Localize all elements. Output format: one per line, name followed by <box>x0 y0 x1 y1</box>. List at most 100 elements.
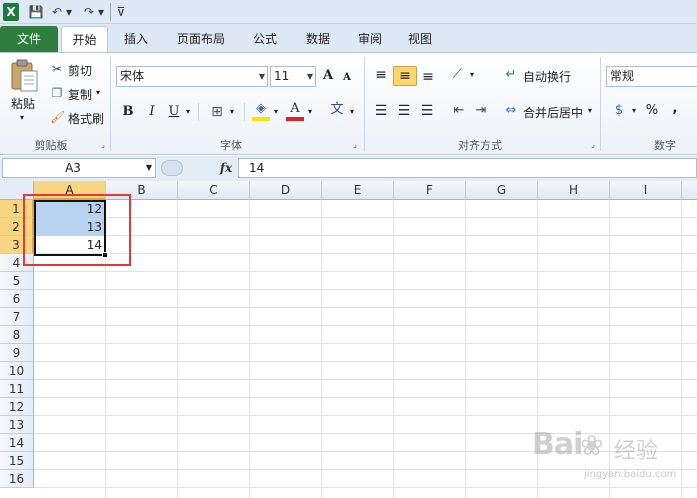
format-painter-button[interactable]: 格式刷 <box>68 110 104 127</box>
orientation-dropdown-icon[interactable]: ▾ <box>468 65 476 85</box>
merge-center-dropdown-icon[interactable]: ▾ <box>586 101 594 121</box>
formula-bar: A3 ▼ fx 14 <box>0 156 697 181</box>
shrink-font-button[interactable]: A <box>340 68 354 88</box>
row-header-15[interactable]: 15 <box>0 452 34 470</box>
gridline <box>321 200 322 498</box>
formula-bar-resize-handle[interactable] <box>161 160 183 176</box>
row-header-14[interactable]: 14 <box>0 434 34 452</box>
group-separator <box>110 57 111 151</box>
paw-icon: ❀ <box>580 429 604 462</box>
number-format-select[interactable]: 常规 <box>606 66 697 87</box>
alignment-launcher-icon[interactable]: ⌟ <box>588 140 598 150</box>
align-center-icon[interactable]: ☰ <box>395 101 413 121</box>
row-header-9[interactable]: 9 <box>0 344 34 362</box>
currency-dropdown-icon[interactable]: ▾ <box>630 101 638 121</box>
format-painter-icon[interactable]: 🖌 <box>50 110 65 124</box>
save-icon[interactable]: 💾 <box>28 3 44 21</box>
row-header-13[interactable]: 13 <box>0 416 34 434</box>
font-name-select[interactable]: 宋体 ▼ <box>116 66 268 87</box>
redo-dropdown-icon[interactable]: ▾ <box>97 3 105 21</box>
clipboard-launcher-icon[interactable]: ⌟ <box>98 140 108 150</box>
column-header-partial[interactable] <box>682 181 697 200</box>
borders-dropdown-icon[interactable]: ▾ <box>228 102 236 122</box>
formula-input[interactable]: 14 <box>238 158 697 178</box>
currency-icon[interactable]: $ <box>610 101 628 121</box>
grow-font-button[interactable]: A <box>320 66 336 86</box>
row-header-10[interactable]: 10 <box>0 362 34 380</box>
paste-dropdown-icon[interactable]: ▾ <box>20 113 24 122</box>
column-header-h[interactable]: H <box>538 181 610 200</box>
font-launcher-icon[interactable]: ⌟ <box>350 140 360 150</box>
column-header-d[interactable]: D <box>250 181 322 200</box>
align-right-icon[interactable]: ☰ <box>418 101 436 121</box>
borders-icon[interactable]: ⊞ <box>208 102 226 122</box>
row-header-8[interactable]: 8 <box>0 326 34 344</box>
orientation-icon[interactable]: ⟋ <box>448 65 466 85</box>
column-header-e[interactable]: E <box>322 181 394 200</box>
fill-color-dropdown-icon[interactable]: ▾ <box>272 102 280 122</box>
paste-button[interactable]: 粘贴 <box>11 95 35 112</box>
quick-access-toolbar: X 💾 ↶ ▾ ↷ ▾ ⊽ <box>0 0 697 24</box>
tab-data[interactable]: 数据 <box>296 26 340 52</box>
row-header-5[interactable]: 5 <box>0 272 34 290</box>
align-top-icon[interactable]: ≡ <box>372 65 390 85</box>
row-header-11[interactable]: 11 <box>0 380 34 398</box>
cut-icon[interactable]: ✂ <box>50 62 64 76</box>
underline-dropdown-icon[interactable]: ▾ <box>184 102 192 122</box>
phonetic-dropdown-icon[interactable]: ▾ <box>348 102 356 122</box>
align-middle-icon[interactable]: ≡ <box>393 66 417 86</box>
copy-button[interactable]: 复制 <box>68 86 92 103</box>
bold-button[interactable]: B <box>120 102 136 122</box>
increase-indent-icon[interactable]: ⇥ <box>472 101 490 121</box>
tab-insert[interactable]: 插入 <box>113 26 159 52</box>
row-header-16[interactable]: 16 <box>0 470 34 488</box>
tab-review[interactable]: 审阅 <box>348 26 392 52</box>
italic-button[interactable]: I <box>144 102 160 122</box>
undo-dropdown-icon[interactable]: ▾ <box>65 3 73 21</box>
gridline <box>249 200 250 498</box>
font-size-select[interactable]: 11 ▼ <box>270 66 316 87</box>
decrease-indent-icon[interactable]: ⇤ <box>450 101 468 121</box>
column-header-c[interactable]: C <box>178 181 250 200</box>
row-header-7[interactable]: 7 <box>0 308 34 326</box>
phonetic-button[interactable]: 文 <box>328 100 346 120</box>
insert-function-button[interactable]: fx <box>216 159 236 177</box>
column-header-i[interactable]: I <box>610 181 682 200</box>
copy-icon[interactable]: ❐ <box>50 86 64 100</box>
column-header-g[interactable]: G <box>466 181 538 200</box>
copy-dropdown-icon[interactable]: ▾ <box>96 88 100 97</box>
name-box-dropdown-icon[interactable]: ▼ <box>146 159 152 177</box>
undo-icon[interactable]: ↶ <box>50 3 64 21</box>
gridline <box>34 217 697 218</box>
clipboard-group-label: 剪贴板 <box>34 139 68 152</box>
tab-file[interactable]: 文件 <box>0 26 58 52</box>
percent-button[interactable]: % <box>644 101 660 121</box>
redo-icon[interactable]: ↷ <box>82 3 96 21</box>
row-header-6[interactable]: 6 <box>0 290 34 308</box>
wrap-text-icon[interactable]: ↵ <box>502 65 520 85</box>
merge-center-button[interactable]: 合并后居中 <box>523 104 583 121</box>
customize-toolbar-icon[interactable]: ⊽ <box>116 3 126 21</box>
column-header-f[interactable]: F <box>394 181 466 200</box>
cut-button[interactable]: 剪切 <box>68 62 92 79</box>
font-color-button[interactable]: A <box>286 99 304 121</box>
comma-button[interactable]: , <box>670 99 680 119</box>
wrap-text-button[interactable]: 自动换行 <box>523 68 571 85</box>
gridline <box>177 200 178 498</box>
tab-formulas[interactable]: 公式 <box>243 26 287 52</box>
toolbar-separator <box>110 3 112 21</box>
merge-center-icon[interactable]: ⇔ <box>502 101 520 121</box>
tab-view[interactable]: 视图 <box>398 26 442 52</box>
excel-logo-icon[interactable]: X <box>3 3 19 21</box>
underline-button[interactable]: U <box>166 102 182 122</box>
align-bottom-icon[interactable]: ≡ <box>419 67 437 87</box>
gridline <box>34 415 697 416</box>
name-box[interactable]: A3 ▼ <box>2 158 156 178</box>
paste-icon[interactable] <box>9 59 39 93</box>
row-header-12[interactable]: 12 <box>0 398 34 416</box>
tab-page-layout[interactable]: 页面布局 <box>168 26 234 52</box>
tab-home[interactable]: 开始 <box>61 26 108 53</box>
font-color-dropdown-icon[interactable]: ▾ <box>306 102 314 122</box>
align-left-icon[interactable]: ☰ <box>372 101 390 121</box>
fill-color-icon[interactable]: ◈ <box>252 99 270 121</box>
